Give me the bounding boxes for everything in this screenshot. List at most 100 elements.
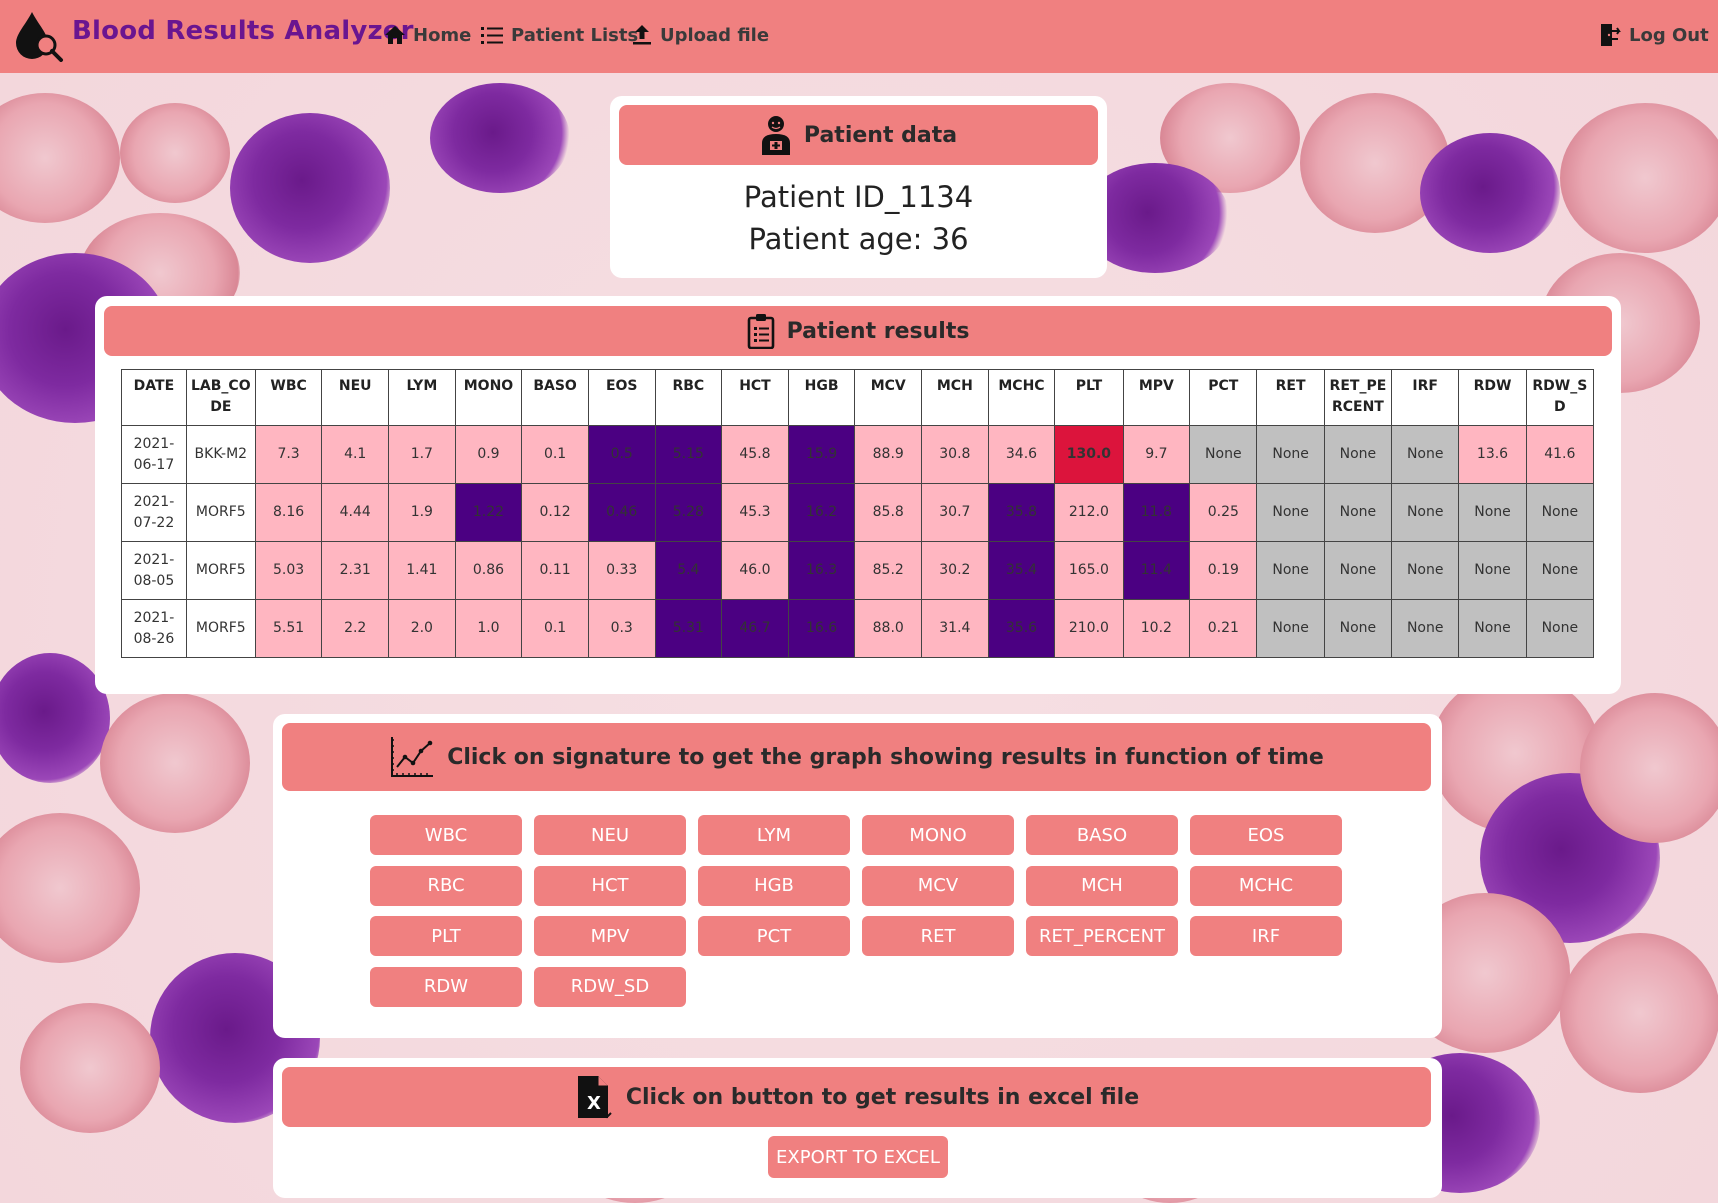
line-chart-icon (391, 737, 434, 777)
lab-code-cell: MORF5 (185, 541, 256, 600)
value-cell-rdw-sd: 41.6 (1525, 425, 1595, 484)
value-cell-irf: None (1391, 599, 1460, 658)
svg-text:X: X (587, 1093, 601, 1114)
value-cell-baso: 0.11 (521, 541, 589, 600)
signature-button-wbc[interactable]: WBC (370, 815, 522, 855)
signature-button-neu[interactable]: NEU (534, 815, 686, 855)
value-cell-eos: 0.3 (587, 599, 656, 658)
value-cell-baso: 0.1 (521, 425, 589, 484)
value-cell-hct: 45.3 (721, 483, 789, 542)
list-icon (481, 27, 503, 44)
value-cell-rdw: None (1458, 483, 1527, 542)
column-header-lym: LYM (388, 369, 456, 426)
value-cell-rbc: 5.28 (654, 483, 723, 542)
graph-header: Click on signature to get the graph show… (282, 723, 1431, 791)
logout-door-icon (1601, 24, 1621, 46)
date-cell: 2021- 08-05 (121, 541, 187, 600)
value-cell-mcv: 85.2 (854, 541, 923, 600)
nav-home-link[interactable]: Home (384, 22, 471, 48)
excel-file-icon: X (577, 1076, 612, 1119)
signature-button-irf[interactable]: IRF (1190, 916, 1342, 956)
signature-button-lym[interactable]: LYM (698, 815, 850, 855)
blood-drop-search-icon[interactable] (12, 10, 64, 62)
value-cell-rbc: 5.31 (654, 599, 723, 658)
signature-button-baso[interactable]: BASO (1026, 815, 1178, 855)
export-to-excel-button[interactable]: EXPORT TO EXCEL (768, 1136, 948, 1178)
value-cell-wbc: 5.03 (254, 541, 323, 600)
logout-label: Log Out (1629, 24, 1709, 46)
value-cell-rdw-sd: None (1525, 541, 1595, 600)
value-cell-hct: 45.8 (721, 425, 789, 484)
date-cell: 2021- 07-22 (121, 483, 187, 542)
graph-card: Click on signature to get the graph show… (273, 714, 1442, 1038)
results-table: DATE LAB_CODE WBC NEU LYM MONO BASO EOS RBC HCT HG… (121, 369, 1595, 658)
column-header-baso: BASO (521, 369, 589, 426)
value-cell-ret: None (1256, 541, 1325, 600)
table-row: 2021- 06-17 BKK-M2 7.3 4.1 1.7 0.9 0.1 0.5 5.15 45… (121, 425, 1595, 484)
clipboard-icon (747, 314, 774, 349)
value-cell-mcv: 88.0 (854, 599, 923, 658)
navbar: Blood Results Analyzer Home Patient List… (0, 0, 1718, 73)
results-body: 2021- 06-17 BKK-M2 7.3 4.1 1.7 0.9 0.1 0.5 5.15 45… (121, 425, 1595, 658)
value-cell-pct: None (1189, 425, 1258, 484)
signature-button-rbc[interactable]: RBC (370, 865, 522, 906)
signature-button-ret[interactable]: RET (862, 916, 1014, 956)
signature-button-plt[interactable]: PLT (370, 916, 522, 956)
nav-patient-lists-link[interactable]: Patient Lists (480, 22, 638, 48)
value-cell-hct: 46.7 (721, 599, 789, 658)
column-header-plt: PLT (1054, 369, 1124, 426)
value-cell-mono: 0.9 (454, 425, 523, 484)
signature-button-ret-percent[interactable]: RET_PERCENT (1026, 916, 1178, 956)
value-cell-mono: 1.22 (454, 483, 523, 542)
upload-icon (633, 25, 651, 45)
value-cell-baso: 0.1 (521, 599, 589, 658)
value-cell-mchc: 35.6 (987, 599, 1056, 658)
value-cell-mpv: 9.7 (1122, 425, 1191, 484)
column-header-hgb: HGB (787, 369, 856, 426)
value-cell-plt: 210.0 (1054, 599, 1124, 658)
lab-code-cell: MORF5 (185, 599, 256, 658)
value-cell-lym: 2.0 (388, 599, 456, 658)
value-cell-mch: 30.7 (921, 483, 989, 542)
brand-title[interactable]: Blood Results Analyzer (72, 16, 414, 46)
column-header-lab-code: LAB_CODE (185, 369, 256, 426)
value-cell-rbc: 5.4 (654, 541, 723, 600)
signature-button-hct[interactable]: HCT (534, 865, 686, 906)
value-cell-mchc: 34.6 (987, 425, 1056, 484)
patient-data-title: Patient data (803, 122, 958, 148)
signature-button-rdw-sd[interactable]: RDW_SD (534, 966, 686, 1007)
value-cell-plt: 130.0 (1054, 425, 1124, 484)
logout-link[interactable]: Log Out (1598, 22, 1709, 48)
column-header-rdw: RDW (1458, 369, 1527, 426)
value-cell-lym: 1.9 (388, 483, 456, 542)
nav-home-label: Home (413, 24, 472, 46)
value-cell-hgb: 15.9 (787, 425, 856, 484)
signature-button-mch[interactable]: MCH (1026, 865, 1178, 906)
value-cell-hct: 46.0 (721, 541, 789, 600)
value-cell-mono: 0.86 (454, 541, 523, 600)
patient-icon (761, 116, 790, 155)
value-cell-rdw-sd: None (1525, 599, 1595, 658)
signature-button-rdw[interactable]: RDW (370, 966, 522, 1007)
value-cell-wbc: 8.16 (254, 483, 323, 542)
value-cell-mcv: 85.8 (854, 483, 923, 542)
signature-button-mono[interactable]: MONO (862, 815, 1014, 855)
value-cell-pct: 0.21 (1189, 599, 1258, 658)
signature-button-eos[interactable]: EOS (1190, 815, 1342, 855)
signature-button-pct[interactable]: PCT (698, 916, 850, 956)
value-cell-eos: 0.33 (587, 541, 656, 600)
table-row: 2021- 08-26 MORF5 5.51 2.2 2.0 1.0 0.1 0.3 5.31 46… (121, 599, 1595, 658)
column-header-rbc: RBC (654, 369, 723, 426)
signature-button-mchc[interactable]: MCHC (1190, 865, 1342, 906)
nav-upload-link[interactable]: Upload file (631, 22, 769, 48)
value-cell-ret-percent: None (1323, 541, 1393, 600)
signature-button-mpv[interactable]: MPV (534, 916, 686, 956)
value-cell-rdw: 13.6 (1458, 425, 1527, 484)
column-header-date: DATE (121, 369, 187, 426)
signature-button-mcv[interactable]: MCV (862, 865, 1014, 906)
value-cell-ret: None (1256, 425, 1325, 484)
value-cell-wbc: 7.3 (254, 425, 323, 484)
value-cell-ret: None (1256, 599, 1325, 658)
value-cell-mpv: 10.2 (1122, 599, 1191, 658)
signature-button-hgb[interactable]: HGB (698, 865, 850, 906)
